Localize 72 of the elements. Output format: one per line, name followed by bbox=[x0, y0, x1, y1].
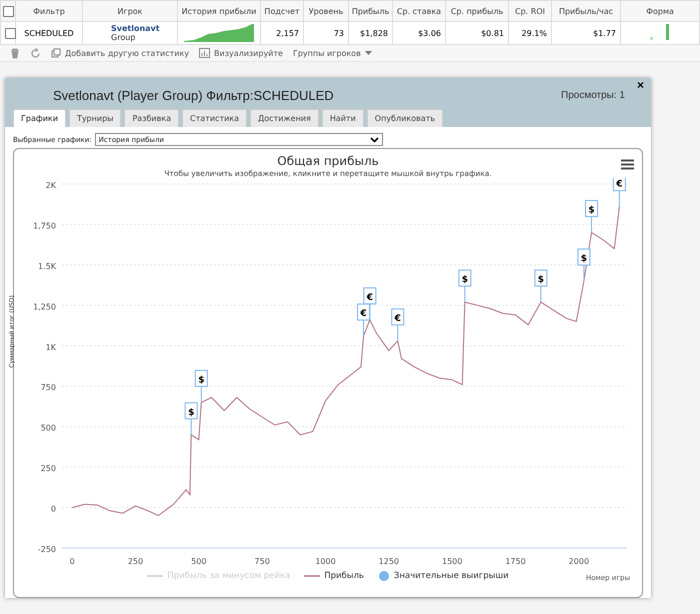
legend-item[interactable]: Прибыль bbox=[304, 571, 364, 581]
trash-icon[interactable] bbox=[10, 48, 20, 58]
x-tick-label: 1000 bbox=[315, 557, 336, 566]
tab[interactable]: Опубликовать bbox=[366, 109, 444, 127]
y-tick-label: 2K bbox=[46, 181, 56, 190]
annotation: € bbox=[394, 314, 401, 324]
x-tick-label: 2000 bbox=[568, 557, 590, 566]
line-swatch-icon bbox=[147, 573, 164, 579]
y-tick-label: 1,250 bbox=[33, 302, 56, 312]
tab[interactable]: Разбивка bbox=[124, 109, 180, 127]
form-bars bbox=[648, 23, 672, 41]
tab[interactable]: Графики bbox=[13, 109, 66, 127]
column-header[interactable]: Ср. ставка bbox=[392, 0, 446, 22]
line-swatch-icon bbox=[304, 573, 320, 579]
dot-icon bbox=[378, 570, 390, 582]
big-win-flag[interactable]: € bbox=[612, 178, 626, 208]
x-tick-label: 750 bbox=[254, 557, 270, 566]
caret-icon bbox=[364, 50, 372, 56]
column-header[interactable]: Ср. ROI bbox=[508, 0, 552, 22]
column-header[interactable]: Уровень bbox=[304, 0, 348, 22]
player-link[interactable]: Svetlonavt bbox=[111, 24, 173, 33]
x-tick-label: 0 bbox=[70, 557, 75, 566]
annotation: $ bbox=[198, 375, 204, 386]
add-statistic-link[interactable]: Добавить другую статистику bbox=[65, 48, 190, 58]
column-header[interactable]: Прибыль/час bbox=[552, 0, 620, 22]
x-tick-label: 1500 bbox=[442, 557, 462, 566]
column-header[interactable]: История прибыли bbox=[178, 0, 260, 22]
annotation: $ bbox=[580, 254, 588, 264]
x-tick-label: 1750 bbox=[505, 557, 526, 566]
sparkline bbox=[184, 22, 254, 42]
annotation: € bbox=[366, 292, 373, 303]
tab[interactable]: Турниры bbox=[68, 109, 122, 127]
annotation: $ bbox=[588, 206, 595, 216]
column-header[interactable]: Форма bbox=[620, 0, 700, 22]
caret-icon bbox=[370, 136, 379, 142]
close-button[interactable]: × bbox=[634, 78, 647, 92]
checkbox[interactable] bbox=[3, 6, 14, 16]
menu-icon[interactable] bbox=[621, 159, 634, 170]
x-tick-label: 500 bbox=[191, 557, 206, 566]
annotation: $ bbox=[188, 408, 194, 418]
refresh-icon[interactable] bbox=[30, 48, 41, 58]
y-tick-label: 0 bbox=[50, 504, 56, 514]
checkbox[interactable] bbox=[5, 28, 16, 38]
chart-icon bbox=[199, 48, 210, 58]
tab[interactable]: Достижения bbox=[250, 109, 319, 127]
y-tick-label: 1K bbox=[46, 342, 56, 352]
y-tick-label: 750 bbox=[40, 383, 56, 392]
column-header[interactable]: Фильтр bbox=[16, 0, 82, 22]
y-tick-label: 1.5K bbox=[38, 262, 56, 271]
annotation: € bbox=[615, 180, 623, 190]
chart-title: Общая прибыль bbox=[277, 154, 379, 168]
y-tick-label: 250 bbox=[40, 464, 56, 474]
panel-title: Svetlonavt (Player Group) Фильтр:SCHEDULED bbox=[52, 88, 334, 102]
player-group-label: Group bbox=[111, 33, 136, 42]
y-tick-label: -250 bbox=[38, 545, 56, 554]
column-header[interactable]: Прибыль bbox=[348, 0, 392, 22]
annotation: $ bbox=[538, 275, 544, 286]
y-tick-label: 1,750 bbox=[33, 221, 56, 230]
x-tick-label: 1250 bbox=[378, 557, 400, 566]
legend-item[interactable]: Значительные выигрыши bbox=[378, 570, 509, 582]
player-groups-dropdown[interactable]: Группы игроков bbox=[292, 48, 372, 58]
y-tick-label: 500 bbox=[40, 424, 56, 433]
column-header[interactable]: Подсчет bbox=[260, 0, 304, 22]
x-tick-label: 250 bbox=[128, 557, 144, 566]
visualize-link[interactable]: Визуализируйте bbox=[214, 48, 283, 58]
views-count: Просмотры: 1 bbox=[561, 90, 625, 100]
tab[interactable]: Найти bbox=[322, 109, 364, 127]
tab[interactable]: Статистика bbox=[182, 109, 248, 127]
column-header[interactable]: Игрок bbox=[82, 0, 178, 22]
add-icon bbox=[51, 48, 61, 58]
annotation: $ bbox=[462, 275, 468, 286]
column-header[interactable]: Ср. прибыль bbox=[446, 0, 508, 22]
